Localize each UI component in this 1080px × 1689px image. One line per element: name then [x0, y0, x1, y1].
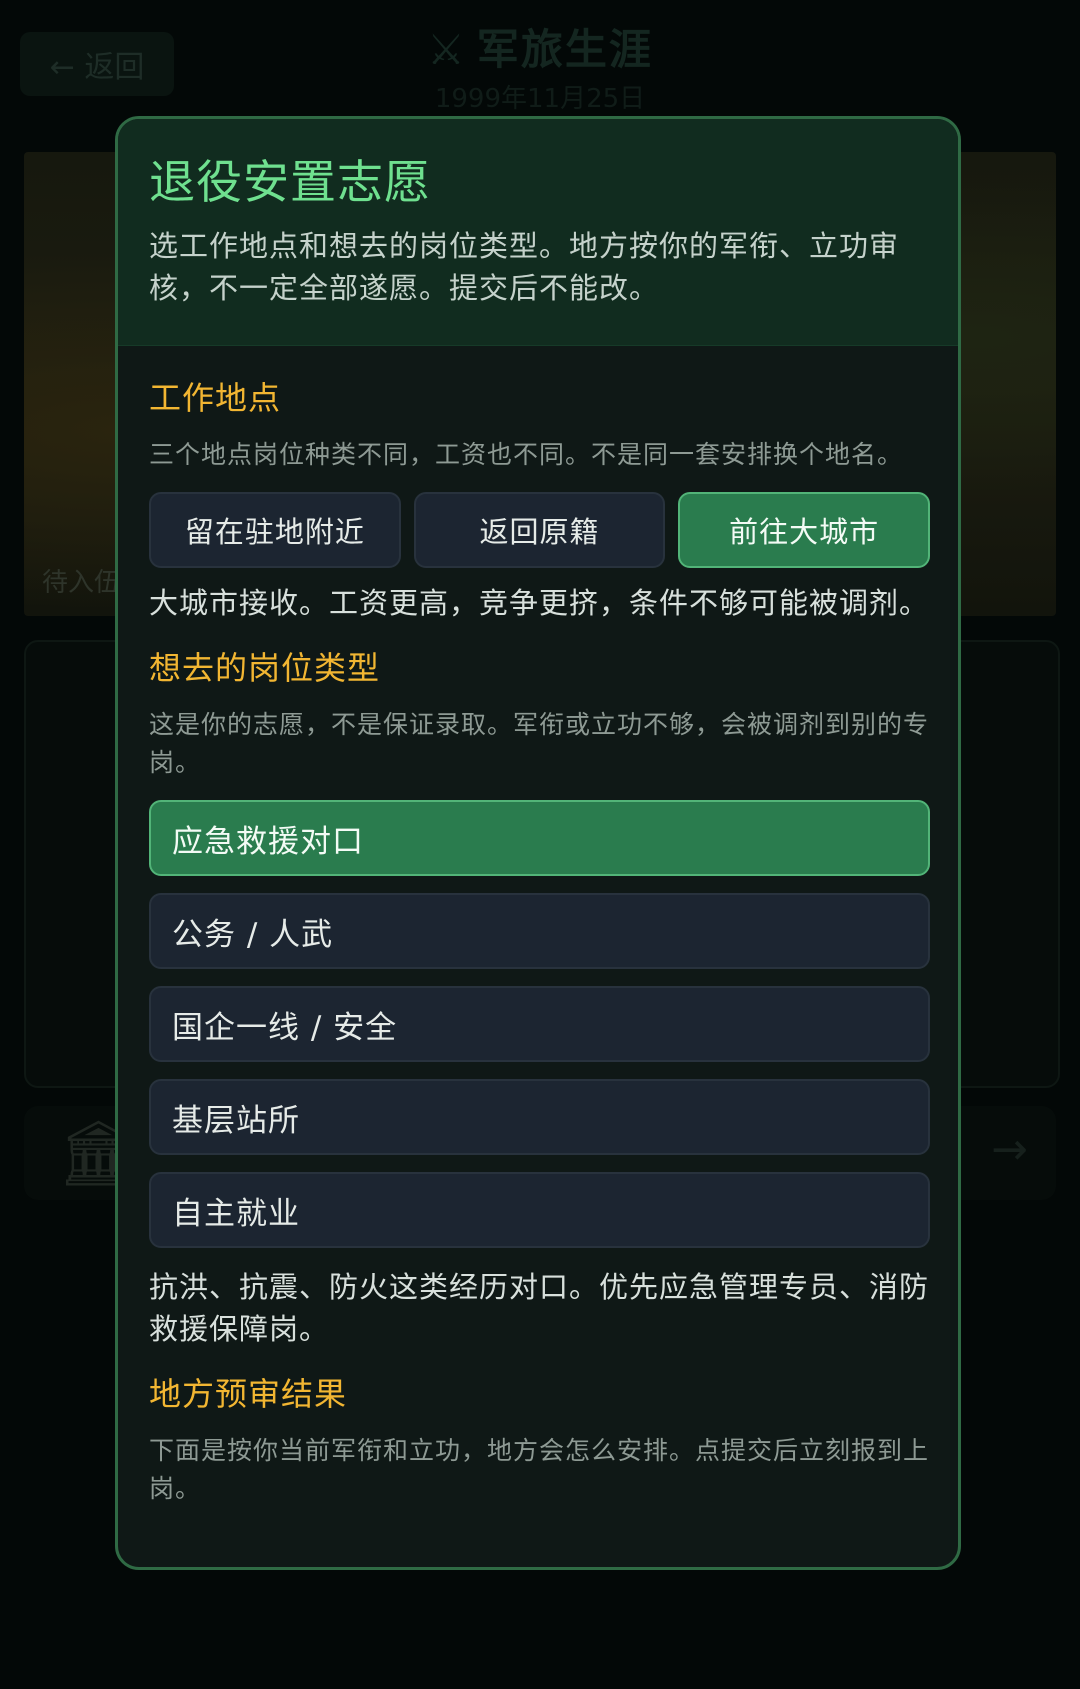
location-description: 大城市接收。工资更高，竞争更挤，条件不够可能被调剂。 [149, 586, 930, 620]
dialog-subtitle: 选工作地点和想去的岗位类型。地方按你的军衔、立功审核，不一定全部遂愿。提交后不能… [149, 229, 900, 305]
page-date: 1999年11月25日 [434, 84, 646, 114]
job-note: 这是你的志愿，不是保证录取。军衔或立功不够，会被调剂到别的专岗。 [149, 710, 930, 777]
arrow-right-icon[interactable]: → [991, 1124, 1028, 1175]
review-note: 下面是按你当前军衔和立功，地方会怎么安排。点提交后立刻报到上岗。 [149, 1436, 930, 1503]
page-title: ⚔ 军旅生涯 [0, 16, 1080, 77]
page-title-text: 军旅生涯 [476, 25, 653, 74]
job-options: 应急救援对口 公务 / 人武 国企一线 / 安全 基层站所 自主就业 [149, 800, 930, 1248]
location-option-home[interactable]: 返回原籍 [413, 492, 666, 568]
job-option-self-employed[interactable]: 自主就业 [149, 1172, 930, 1248]
job-option-emergency-rescue[interactable]: 应急救援对口 [149, 800, 930, 876]
location-option-stay[interactable]: 留在驻地附近 [149, 492, 401, 568]
job-option-civil-service[interactable]: 公务 / 人武 [149, 893, 930, 969]
crossed-swords-icon: ⚔ [427, 25, 467, 74]
job-option-soe-safety[interactable]: 国企一线 / 安全 [149, 986, 930, 1062]
dialog-body[interactable]: 工作地点 三个地点岗位种类不同，工资也不同。不是同一套安排换个地名。 留在驻地附… [118, 346, 958, 1508]
scene-caption: 待入伍 [42, 568, 121, 598]
location-option-big-city[interactable]: 前往大城市 [678, 492, 931, 568]
job-heading: 想去的岗位类型 [149, 649, 381, 687]
dialog-header: 退役安置志愿 选工作地点和想去的岗位类型。地方按你的军衔、立功审核，不一定全部遂… [118, 119, 958, 346]
dialog-title: 退役安置志愿 [149, 155, 431, 209]
job-description: 抗洪、抗震、防火这类经历对口。优先应急管理专员、消防救援保障岗。 [149, 1270, 930, 1346]
location-heading: 工作地点 [149, 379, 282, 417]
location-options: 留在驻地附近 返回原籍 前往大城市 [149, 492, 931, 568]
location-note: 三个地点岗位种类不同，工资也不同。不是同一套安排换个地名。 [149, 440, 904, 469]
review-heading: 地方预审结果 [149, 1375, 348, 1413]
job-option-grassroots[interactable]: 基层站所 [149, 1079, 930, 1155]
discharge-placement-dialog: 退役安置志愿 选工作地点和想去的岗位类型。地方按你的军衔、立功审核，不一定全部遂… [115, 116, 961, 1570]
app-root: ← 返回 ⚔ 军旅生涯 1999年11月25日 待入伍 🏛 → 退役安置志愿 选工… [0, 0, 1080, 1689]
